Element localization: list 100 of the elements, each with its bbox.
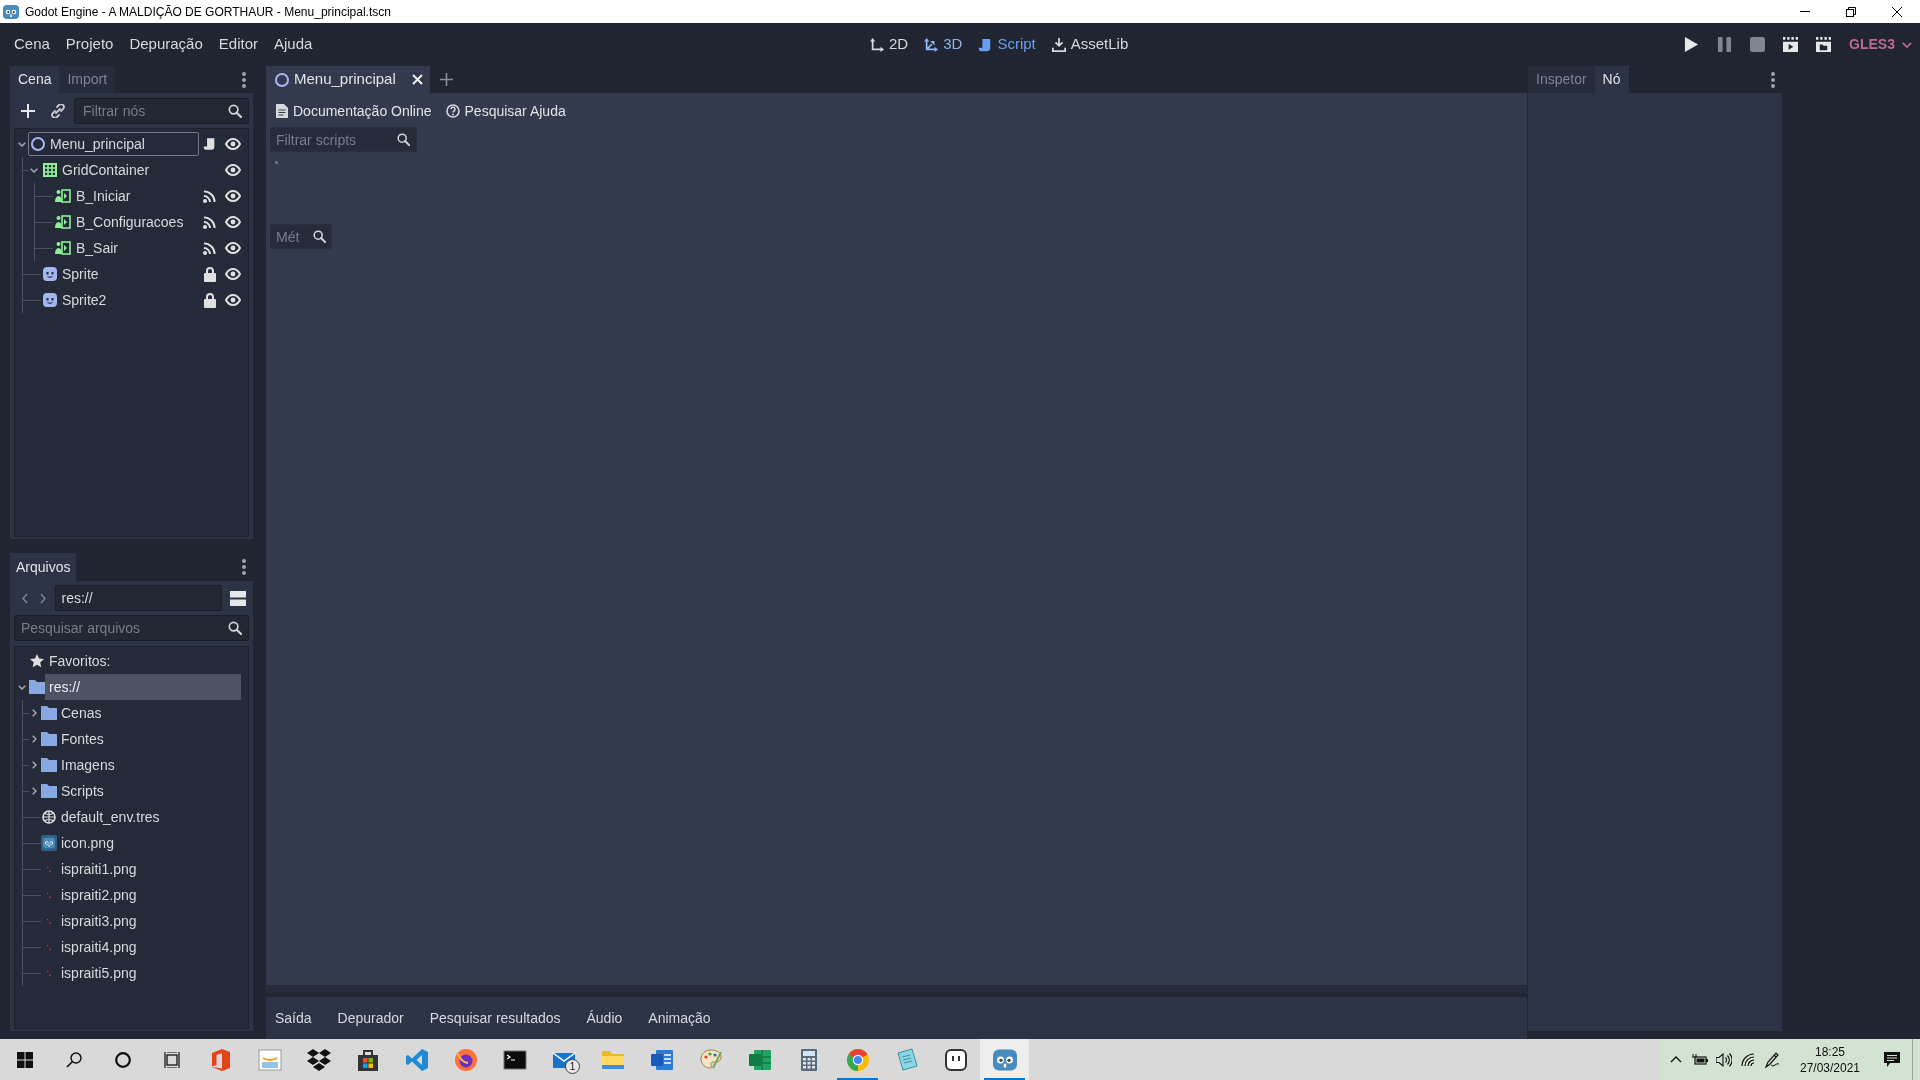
pixel-thumbnail-icon (46, 944, 51, 950)
vertical-dots-icon (242, 559, 246, 575)
chevron-down-icon[interactable] (18, 684, 26, 690)
menu-item[interactable]: Editor (210, 29, 266, 60)
search-icon (228, 621, 242, 635)
eye-icon[interactable] (225, 242, 241, 254)
tree-item[interactable]: Sprite2 (40, 288, 114, 312)
chevron-right-icon[interactable] (31, 709, 37, 717)
workspace-tab[interactable]: 2D (862, 29, 917, 60)
chain-link-icon (51, 103, 65, 118)
help-link-button[interactable]: Pesquisar Ajuda (445, 100, 566, 122)
dock-tab[interactable]: Inspetor (1528, 66, 1595, 93)
eye-icon[interactable] (225, 294, 241, 306)
chevron-down-icon[interactable] (30, 167, 38, 173)
tree-item[interactable]: ispraiti3.png (57, 908, 143, 934)
dock-tab[interactable]: Import (59, 66, 116, 93)
panel-tab[interactable]: Pesquisar resultados (421, 1003, 569, 1033)
tree-item[interactable]: Favoritos: (45, 648, 117, 674)
close-tab-button[interactable] (411, 74, 423, 85)
filter-field[interactable]: Filtrar nós (74, 97, 249, 124)
close-icon (411, 74, 423, 85)
search-icon (65, 1051, 82, 1068)
tree-item[interactable]: ispraiti2.png (57, 882, 143, 908)
tree-item[interactable]: GridContainer (40, 158, 157, 182)
dock-tab[interactable]: Arquivos (10, 553, 77, 581)
tree-item[interactable]: Sprite (40, 262, 106, 286)
folder-icon (40, 732, 57, 746)
vertical-dots-icon (1771, 71, 1775, 88)
chevron-right-icon[interactable] (31, 761, 37, 769)
restore-icon (1846, 6, 1856, 17)
tab-label[interactable]: Menu_principal (294, 68, 396, 91)
filter-field[interactable]: Filtrar scripts (270, 127, 417, 152)
search-field[interactable]: Pesquisar arquivos (14, 615, 249, 641)
workspace-tab[interactable]: AssetLib (1043, 29, 1137, 60)
dock-tab[interactable]: Cena (10, 66, 60, 93)
menu-item[interactable]: Depuração (121, 29, 211, 60)
tree-item[interactable]: icon.png (57, 830, 120, 856)
menu-item[interactable]: Cena (6, 29, 58, 60)
tree-item[interactable]: ispraiti1.png (57, 856, 143, 882)
folder-icon (40, 758, 57, 772)
eye-icon[interactable] (225, 268, 241, 280)
signal-icon[interactable] (203, 215, 216, 229)
chevron-left-icon (21, 592, 28, 604)
path-field[interactable]: res:// (54, 585, 223, 611)
code-editor-icon (404, 1047, 429, 1072)
tree-item[interactable]: default_env.tres (57, 804, 166, 830)
tree-item[interactable]: Menu_principal (28, 132, 199, 156)
scroll-icon[interactable] (203, 137, 216, 151)
chevron-right-icon[interactable] (31, 735, 37, 743)
help-link-button[interactable]: Documentação Online (276, 100, 432, 122)
terminal-icon (502, 1047, 527, 1072)
panel-tab[interactable]: Depurador (329, 1003, 412, 1033)
lock-icon[interactable] (204, 266, 216, 282)
chevron-right-icon (39, 592, 46, 604)
clock-date: 27/03/2021 (1799, 1059, 1861, 1076)
tree-item[interactable]: Imagens (57, 752, 121, 778)
star-icon (29, 654, 44, 668)
plus-icon (439, 73, 453, 86)
tree-item[interactable]: B_Iniciar (52, 184, 138, 208)
eye-icon[interactable] (225, 164, 241, 176)
smiley-icon (43, 267, 57, 281)
tree-item[interactable]: ispraiti5.png (57, 960, 143, 986)
panel-tab[interactable]: Saída (267, 1003, 320, 1033)
eye-icon[interactable] (225, 190, 241, 202)
tree-item[interactable]: B_Sair (52, 236, 126, 260)
chevron-right-icon[interactable] (31, 787, 37, 795)
editor-tab[interactable]: Menu_principal (266, 66, 430, 93)
download-icon (1051, 37, 1066, 52)
panel-tab[interactable]: Animação (640, 1003, 719, 1033)
axes-3d-icon (924, 37, 939, 52)
close-icon (1892, 6, 1902, 17)
filter-field[interactable]: Mét (270, 224, 332, 249)
menu-item[interactable]: Ajuda (265, 29, 321, 60)
minimize-icon (1800, 11, 1810, 12)
tree-item[interactable]: res:// (45, 674, 241, 700)
globe-icon (41, 810, 56, 824)
tree-item[interactable]: B_Configuracoes (52, 210, 191, 234)
signal-icon[interactable] (203, 241, 216, 255)
shopping-bag-icon (355, 1047, 380, 1072)
dock-tab[interactable]: Nó (1594, 66, 1629, 93)
split-handle[interactable] (266, 985, 1527, 993)
signal-icon[interactable] (203, 189, 216, 203)
eye-icon[interactable] (225, 138, 241, 150)
workspace-tab[interactable]: Script (970, 29, 1044, 60)
tree-item[interactable]: Scripts (57, 778, 110, 804)
tree-item[interactable]: Fontes (57, 726, 110, 752)
chevron-down-icon[interactable] (18, 141, 26, 147)
notification-badge: 1 (565, 1059, 580, 1074)
tree-item[interactable]: Cenas (57, 700, 108, 726)
workspace-tab[interactable]: 3D (916, 29, 971, 60)
speaker-icon (1716, 1052, 1732, 1067)
renderer-dropdown[interactable]: GLES3 (1849, 29, 1912, 60)
menu-item[interactable]: Projeto (57, 29, 122, 60)
pixel-thumbnail-icon (46, 892, 51, 898)
scroll-icon (978, 37, 993, 52)
robot-head-thumbnail-icon (40, 835, 57, 851)
panel-tab[interactable]: Áudio (578, 1003, 631, 1033)
tree-item[interactable]: ispraiti4.png (57, 934, 143, 960)
eye-icon[interactable] (225, 216, 241, 228)
lock-icon[interactable] (204, 292, 216, 308)
